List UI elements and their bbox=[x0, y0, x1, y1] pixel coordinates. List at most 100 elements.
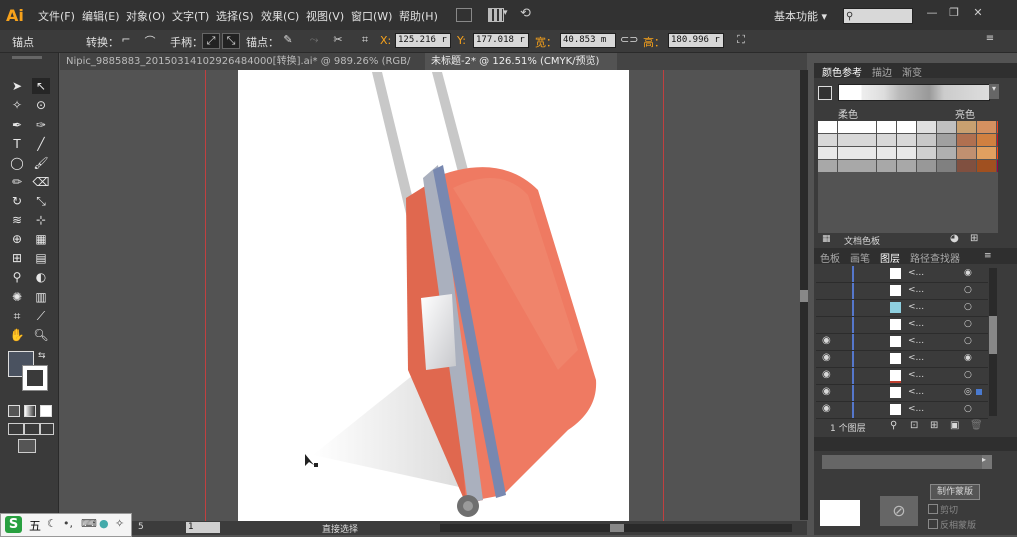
isolate-icon[interactable]: ⌗ bbox=[357, 33, 373, 47]
arrange-documents-icon[interactable] bbox=[488, 8, 504, 22]
blend-tool-icon[interactable]: ◐ bbox=[32, 269, 50, 285]
layer-row[interactable]: <... ○ bbox=[816, 283, 988, 300]
layer-row[interactable]: ◉ <... ◉ bbox=[816, 351, 988, 368]
layer-row[interactable]: <... ◉ bbox=[816, 266, 988, 283]
color-swatch[interactable] bbox=[877, 160, 896, 172]
new-sublayer-icon[interactable]: ⊞ bbox=[930, 420, 938, 431]
selection-tool-icon[interactable]: ➤ bbox=[8, 78, 26, 94]
visibility-eye-icon[interactable]: ◉ bbox=[822, 352, 831, 363]
column-graph-tool-icon[interactable]: ▥ bbox=[32, 289, 50, 305]
color-swatch[interactable] bbox=[937, 134, 956, 146]
panel-menu-icon[interactable]: ≡ bbox=[984, 251, 992, 261]
tab-layers[interactable]: 图层 bbox=[880, 250, 900, 265]
panel-grip[interactable] bbox=[12, 56, 42, 59]
tab-brushes[interactable]: 画笔 bbox=[850, 250, 870, 265]
color-swatch[interactable] bbox=[957, 121, 976, 133]
target-icon[interactable]: ○ bbox=[964, 336, 972, 346]
chevron-down-icon[interactable]: ▾ bbox=[503, 8, 508, 18]
visibility-eye-icon[interactable]: ◉ bbox=[822, 403, 831, 414]
color-swatch[interactable] bbox=[957, 134, 976, 146]
menu-window[interactable]: 窗口(W) bbox=[351, 8, 392, 24]
wrench-icon[interactable]: ✧ bbox=[115, 517, 124, 530]
target-icon[interactable]: ○ bbox=[964, 285, 972, 295]
convert-corner-icon[interactable]: ⌐ bbox=[118, 33, 134, 47]
hide-handles-icon[interactable]: ⤡ bbox=[222, 33, 240, 49]
convert-smooth-icon[interactable]: ⌒ bbox=[142, 33, 158, 48]
tab-pathfinder[interactable]: 路径查找器 bbox=[910, 250, 960, 265]
mesh-tool-icon[interactable]: ⊞ bbox=[8, 250, 26, 266]
visibility-eye-icon[interactable]: ◉ bbox=[822, 369, 831, 380]
tab-swatches[interactable]: 色板 bbox=[820, 250, 840, 265]
layer-row[interactable]: <... ○ bbox=[816, 317, 988, 334]
artboard[interactable] bbox=[238, 70, 629, 522]
search-input[interactable]: ⚲ bbox=[843, 8, 913, 24]
layer-row[interactable]: ◉ <... ○ bbox=[816, 402, 988, 419]
target-icon[interactable]: ○ bbox=[964, 370, 972, 380]
gradient-tool-icon[interactable]: ▤ bbox=[32, 250, 50, 266]
color-swatch[interactable] bbox=[997, 134, 1016, 146]
color-swatch[interactable] bbox=[897, 147, 916, 159]
menu-view[interactable]: 视图(V) bbox=[306, 8, 344, 24]
color-swatch[interactable] bbox=[997, 160, 1016, 172]
color-swatch[interactable] bbox=[877, 121, 896, 133]
wubi-mode-label[interactable]: 五 bbox=[29, 517, 41, 534]
mask-thumbnail[interactable]: ⊘ bbox=[880, 496, 918, 526]
swap-fill-stroke-icon[interactable]: ⇆ bbox=[38, 351, 46, 361]
object-thumbnail[interactable] bbox=[820, 500, 860, 526]
color-swatch[interactable] bbox=[838, 147, 876, 159]
color-swatch[interactable] bbox=[818, 134, 837, 146]
sogou-ime-icon[interactable]: S bbox=[5, 516, 22, 533]
color-swatch[interactable] bbox=[977, 160, 996, 172]
color-swatch[interactable] bbox=[877, 134, 896, 146]
draw-inside-icon[interactable] bbox=[40, 423, 54, 435]
lasso-tool-icon[interactable]: ⊙ bbox=[32, 97, 50, 113]
stroke-swatch[interactable] bbox=[22, 365, 48, 391]
tab-gradient[interactable]: 渐变 bbox=[902, 64, 922, 79]
keyboard-icon[interactable]: ⌨ bbox=[81, 517, 97, 530]
free-transform-tool-icon[interactable]: ⊹ bbox=[32, 212, 50, 228]
target-icon[interactable]: ○ bbox=[964, 302, 972, 312]
color-swatch[interactable] bbox=[977, 134, 996, 146]
symbol-sprayer-tool-icon[interactable]: ✺ bbox=[8, 289, 26, 305]
menu-select[interactable]: 选择(S) bbox=[216, 8, 254, 24]
eraser-tool-icon[interactable]: ⌫ bbox=[32, 174, 50, 190]
tab-untitled-2[interactable]: 未标题-2* @ 126.51% (CMYK/预览) × bbox=[425, 53, 617, 84]
layer-row[interactable]: ◉ <... ○ bbox=[816, 334, 988, 351]
swatch-grid[interactable] bbox=[818, 121, 1016, 181]
color-swatch[interactable] bbox=[917, 147, 936, 159]
color-swatch[interactable] bbox=[977, 121, 996, 133]
transform-icon[interactable]: ⛶ bbox=[733, 33, 749, 47]
menu-edit[interactable]: 编辑(E) bbox=[82, 8, 120, 24]
x-field[interactable]: 125.216 r bbox=[395, 33, 451, 48]
eyedropper-tool-icon[interactable]: ⚲ bbox=[8, 269, 26, 285]
base-color-swatch[interactable] bbox=[818, 86, 832, 100]
make-mask-button[interactable]: 制作蒙版 bbox=[930, 484, 980, 500]
visibility-eye-icon[interactable]: ◉ bbox=[822, 335, 831, 346]
punctuation-icon[interactable]: •, bbox=[63, 517, 73, 530]
type-tool-icon[interactable]: T bbox=[8, 136, 26, 152]
invert-mask-checkbox[interactable] bbox=[928, 519, 938, 529]
color-swatch[interactable] bbox=[917, 160, 936, 172]
layer-row[interactable]: ◉ <... ○ bbox=[816, 368, 988, 385]
swatch-libraries-icon[interactable]: ▦ bbox=[822, 234, 831, 244]
direct-selection-tool-icon[interactable]: ↖ bbox=[32, 78, 50, 94]
clip-checkbox[interactable] bbox=[928, 504, 938, 514]
color-swatch[interactable] bbox=[957, 147, 976, 159]
perspective-grid-tool-icon[interactable]: ▦ bbox=[32, 231, 50, 247]
chevron-right-icon[interactable]: ▸ bbox=[982, 455, 992, 469]
color-swatch[interactable] bbox=[838, 160, 876, 172]
gradient-mode-icon[interactable] bbox=[24, 405, 36, 417]
chevron-down-icon[interactable]: ▾ bbox=[989, 84, 999, 99]
minimize-button[interactable]: — bbox=[924, 6, 940, 20]
close-button[interactable]: ✕ bbox=[970, 6, 986, 20]
color-swatch[interactable] bbox=[937, 147, 956, 159]
link-icon[interactable]: ⊂⊃ bbox=[620, 33, 638, 47]
artboard-tool-icon[interactable]: ⌗ bbox=[8, 308, 26, 324]
menu-file[interactable]: 文件(F) bbox=[38, 8, 75, 24]
color-swatch[interactable] bbox=[897, 160, 916, 172]
bridge-icon[interactable] bbox=[456, 8, 472, 22]
screen-mode-icon[interactable] bbox=[18, 439, 36, 453]
new-layer-icon[interactable]: ▣ bbox=[950, 420, 959, 431]
vertical-scrollbar[interactable] bbox=[800, 70, 808, 520]
color-swatch[interactable] bbox=[838, 121, 876, 133]
